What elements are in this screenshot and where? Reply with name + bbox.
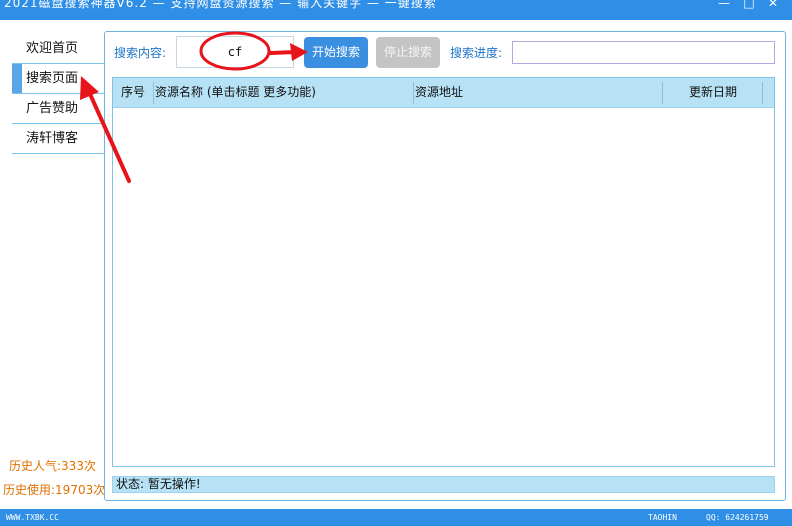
sidebar-item-label: 涛轩博客 bbox=[26, 131, 79, 146]
status-bar: 状态: 暂无操作! bbox=[112, 476, 775, 493]
sidebar-item-label: 广告赞助 bbox=[26, 101, 79, 116]
title-bar: 2021磁盘搜索神器V6.2 — 支持网盘资源搜索 — 输入关键字 — 一键搜索… bbox=[0, 0, 792, 20]
search-label: 搜索内容: bbox=[114, 46, 167, 60]
column-divider[interactable] bbox=[413, 82, 414, 104]
sidebar-item-ads[interactable]: 广告赞助 bbox=[12, 94, 104, 124]
search-input[interactable] bbox=[176, 36, 294, 68]
maximize-button[interactable]: □ bbox=[740, 0, 758, 10]
sidebar-item-search[interactable]: 搜索页面 bbox=[12, 64, 104, 94]
sidebar-item-blog[interactable]: 涛轩博客 bbox=[12, 124, 104, 154]
sidebar-item-label: 搜索页面 bbox=[26, 71, 79, 86]
column-header-name[interactable]: 资源名称 (单击标题 更多功能) bbox=[155, 78, 316, 107]
table-header: 序号 资源名称 (单击标题 更多功能) 资源地址 更新日期 bbox=[113, 78, 774, 108]
column-divider[interactable] bbox=[153, 82, 154, 104]
column-header-url[interactable]: 资源地址 bbox=[415, 78, 463, 107]
stop-search-button[interactable]: 停止搜索 bbox=[376, 37, 440, 68]
start-search-button[interactable]: 开始搜索 bbox=[304, 37, 368, 68]
footer-bar: WWW.TXBK.CC TAOHIN QQ: 624261759 bbox=[0, 509, 792, 526]
column-header-index[interactable]: 序号 bbox=[121, 78, 145, 107]
footer-author: TAOHIN bbox=[648, 513, 677, 522]
minimize-button[interactable]: — bbox=[715, 0, 733, 10]
sidebar-item-label: 欢迎首页 bbox=[26, 41, 79, 56]
window-title: 2021磁盘搜索神器V6.2 — 支持网盘资源搜索 — 输入关键字 — 一键搜索 bbox=[4, 0, 437, 10]
sidebar-item-home[interactable]: 欢迎首页 bbox=[12, 34, 104, 64]
search-progress-bar bbox=[512, 41, 775, 64]
results-table[interactable]: 序号 资源名称 (单击标题 更多功能) 资源地址 更新日期 bbox=[112, 77, 775, 467]
column-divider[interactable] bbox=[762, 82, 763, 104]
progress-label: 搜索进度: bbox=[450, 46, 503, 60]
usage-stat: 历史使用:19703次 bbox=[3, 483, 106, 497]
close-button[interactable]: ✕ bbox=[764, 0, 782, 10]
column-header-date[interactable]: 更新日期 bbox=[689, 78, 737, 107]
sidebar: 欢迎首页 搜索页面 广告赞助 涛轩博客 bbox=[12, 34, 104, 154]
popularity-stat: 历史人气:333次 bbox=[9, 459, 96, 473]
footer-qq: QQ: 624261759 bbox=[706, 513, 769, 522]
column-divider[interactable] bbox=[662, 82, 663, 104]
footer-site: WWW.TXBK.CC bbox=[6, 513, 59, 522]
